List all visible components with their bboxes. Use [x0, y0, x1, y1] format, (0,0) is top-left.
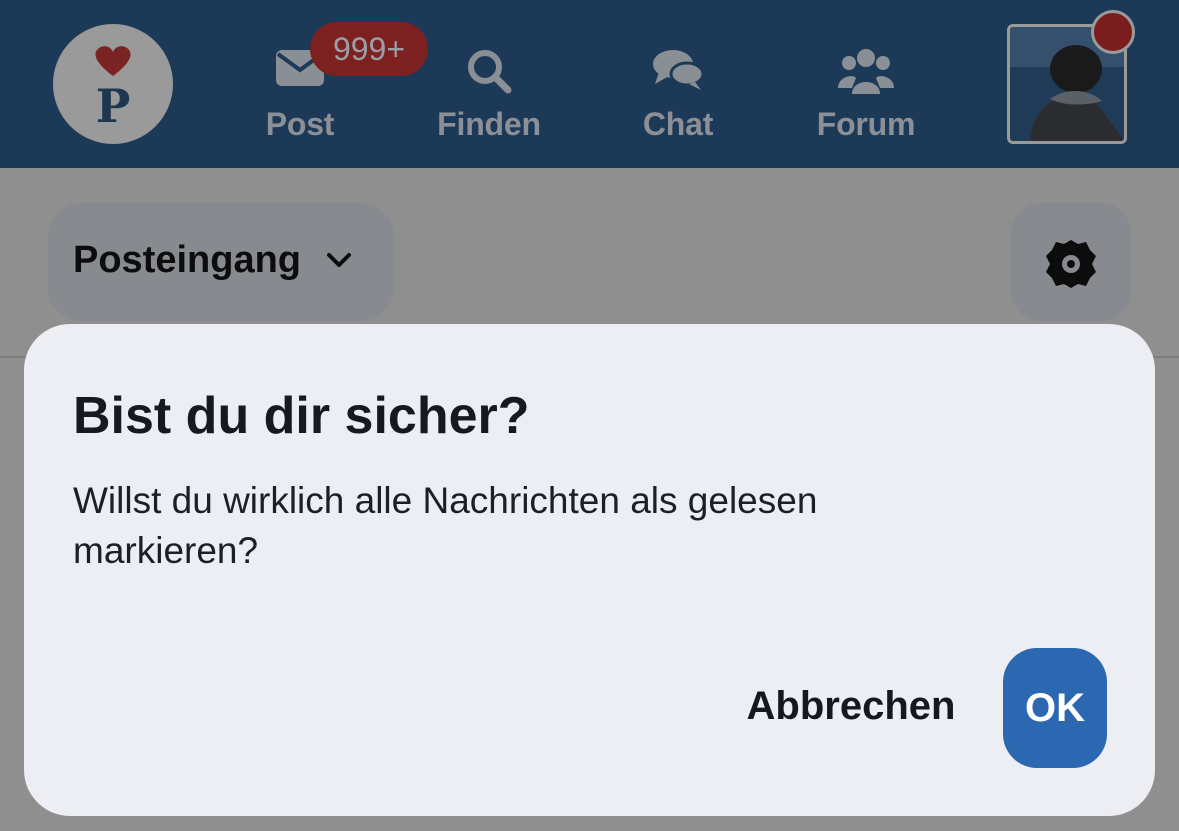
settings-button[interactable] [1011, 203, 1131, 321]
top-navigation-bar: P Post 999+ Finden Chat Forum [0, 0, 1179, 168]
app-logo[interactable]: P [53, 24, 173, 144]
svg-text:P: P [96, 79, 131, 133]
nav-item-chat[interactable]: Chat [598, 40, 758, 150]
nav-item-label: Chat [642, 106, 714, 142]
dialog-title: Bist du dir sicher? [73, 387, 530, 445]
folder-select-button[interactable]: Posteingang [48, 203, 394, 321]
chat-bubbles-icon [651, 46, 705, 97]
nav-item-label: Post [265, 106, 335, 142]
dialog-message: Willst du wirklich alle Nachrichten als … [73, 480, 818, 571]
app-screen: P Post 999+ Finden Chat Forum Posteingan… [0, 0, 1179, 831]
ok-button[interactable]: OK [1003, 648, 1107, 768]
search-icon [464, 46, 514, 101]
folder-label: Posteingang [73, 239, 302, 281]
nav-item-finden[interactable]: Finden [409, 40, 569, 150]
cancel-button[interactable]: Abbrechen [736, 676, 966, 736]
users-group-icon [838, 46, 894, 101]
nav-item-forum[interactable]: Forum [786, 40, 946, 150]
nav-item-label: Finden [437, 106, 541, 142]
notification-dot [1091, 10, 1135, 54]
heart-p-logo-icon: P [95, 46, 131, 133]
gear-icon [1046, 240, 1096, 288]
nav-item-label: Forum [816, 106, 916, 142]
chevron-down-icon [326, 251, 352, 274]
confirm-dialog: Bist du dir sicher? Willst du wirklich a… [24, 324, 1155, 816]
